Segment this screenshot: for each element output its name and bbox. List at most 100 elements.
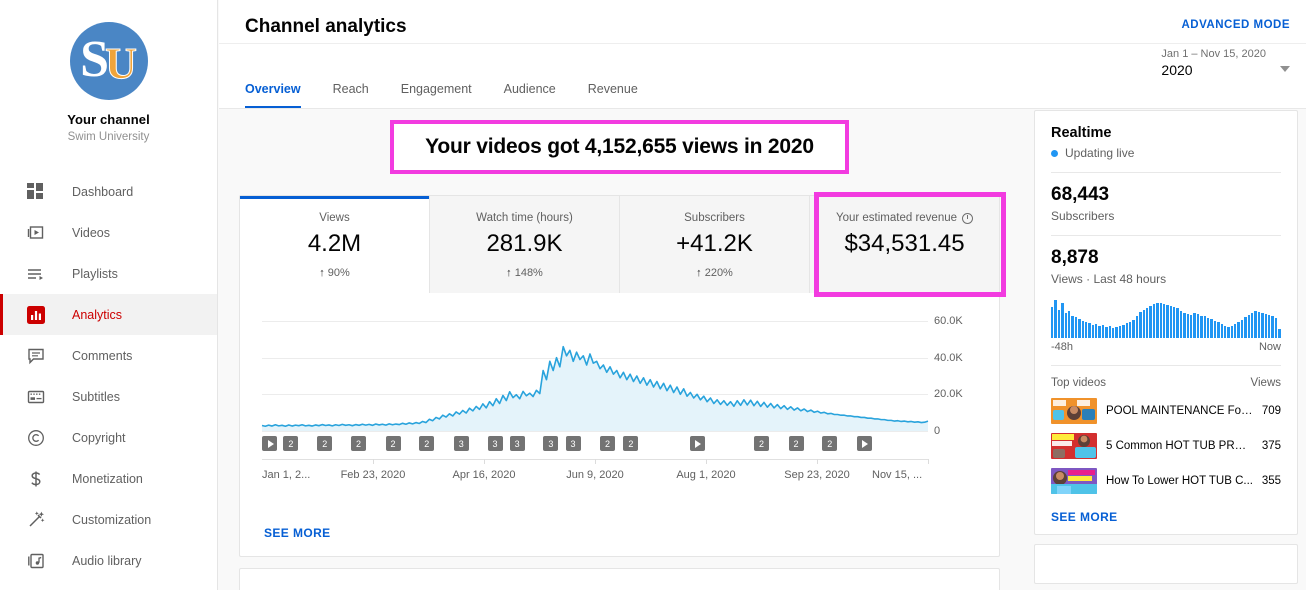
- chart-x-axis: Jan 1, 2... Feb 23, 2020 Apr 16, 2020 Jun 9…: [240, 469, 940, 489]
- sparkline-bar: [1091, 325, 1095, 338]
- youtube-studio-analytics-page: SU Your channel Swim University Dashboar…: [0, 0, 1306, 590]
- metric-card-views[interactable]: Views 4.2M ↑ 90%: [240, 196, 430, 293]
- sidebar-item-copyright[interactable]: Copyright: [0, 417, 217, 458]
- tab-revenue[interactable]: Revenue: [572, 82, 654, 108]
- tab-bar: Overview Reach Engagement Audience Revenue: [245, 82, 654, 108]
- sparkline-bar: [1156, 302, 1159, 338]
- pool-plan-thumbnail: [1051, 398, 1097, 424]
- sidebar-item-analytics[interactable]: Analytics: [0, 294, 217, 335]
- realtime-status: Updating live: [1051, 146, 1281, 160]
- video-marker-badge[interactable]: 3: [487, 436, 503, 451]
- sparkline-bar: [1139, 312, 1142, 338]
- chevron-down-icon[interactable]: [1280, 66, 1290, 72]
- sparkline-bar: [1084, 322, 1088, 338]
- tab-audience[interactable]: Audience: [488, 82, 572, 108]
- comments-icon: [24, 344, 48, 368]
- sparkline-bar: [1071, 316, 1074, 338]
- date-range-preset: 2020: [1161, 62, 1193, 78]
- video-marker-badge[interactable]: 2: [317, 436, 333, 451]
- sidebar-item-dashboard[interactable]: Dashboard: [0, 171, 217, 212]
- video-marker-badge[interactable]: 2: [385, 436, 401, 451]
- top-video-title: How To Lower HOT TUB C...: [1106, 475, 1253, 487]
- video-marker-badge[interactable]: 2: [822, 436, 838, 451]
- realtime-views-label: Views · Last 48 hours: [1051, 272, 1167, 286]
- sidebar-item-playlists[interactable]: Playlists: [0, 253, 217, 294]
- sparkline-bar: [1186, 313, 1190, 338]
- sparkline-bar: [1135, 315, 1139, 338]
- tab-overview[interactable]: Overview: [245, 82, 317, 108]
- sidebar-item-label: Monetization: [72, 471, 143, 486]
- secondary-card: [239, 568, 1000, 590]
- video-marker-badge[interactable]: 3: [453, 436, 469, 451]
- metric-value: $34,531.45: [844, 230, 965, 257]
- video-marker-play-icon[interactable]: [689, 436, 705, 451]
- sidebar-item-audio-library[interactable]: Audio library: [0, 540, 217, 581]
- sparkline-bar: [1101, 325, 1105, 338]
- sparkline-bar: [1128, 321, 1132, 338]
- copyright-icon: [24, 426, 48, 450]
- video-marker-badge[interactable]: 2: [419, 436, 435, 451]
- divider: [1051, 235, 1281, 236]
- sidebar-item-subtitles[interactable]: Subtitles: [0, 376, 217, 417]
- sparkline-bar: [1268, 314, 1271, 338]
- video-marker-badge[interactable]: 2: [351, 436, 367, 451]
- tab-reach[interactable]: Reach: [317, 82, 385, 108]
- chart-x-tick-label: Jun 9, 2020: [566, 469, 624, 481]
- metric-card-watch-time-hours[interactable]: Watch time (hours) 281.9K ↑ 148%: [430, 196, 620, 293]
- metric-tabs: Views 4.2M ↑ 90% Watch time (hours) 281.9K ↑ …: [240, 196, 999, 293]
- sparkline-bar: [1176, 307, 1179, 338]
- sidebar-item-label: Subtitles: [72, 389, 120, 404]
- video-marker-badge[interactable]: 2: [754, 436, 770, 451]
- top-videos-see-more-link[interactable]: SEE MORE: [1051, 510, 1281, 524]
- metric-card-your-estimated-revenue[interactable]: Your estimated revenue $34,531.45: [810, 196, 999, 293]
- chart-y-tick-label: 60.0K: [934, 315, 963, 327]
- top-video-row[interactable]: How To Lower HOT TUB C... 355: [1051, 468, 1281, 494]
- chart-see-more-link[interactable]: SEE MORE: [264, 526, 331, 540]
- video-marker-badge[interactable]: 2: [283, 436, 299, 451]
- avatar[interactable]: SU: [69, 22, 148, 100]
- sidebar-nav: Dashboard Videos Playlists Analytics Comment…: [0, 171, 217, 581]
- metric-delta-value: 220%: [704, 267, 733, 279]
- advanced-mode-link[interactable]: ADVANCED MODE: [1181, 19, 1290, 31]
- video-marker-badge[interactable]: 2: [600, 436, 615, 451]
- page-title: Channel analytics: [245, 16, 407, 37]
- sparkline-bar: [1173, 306, 1176, 338]
- video-marker-badge[interactable]: 2: [788, 436, 804, 451]
- video-marker-badge[interactable]: 3: [509, 436, 525, 451]
- chart-plot: [261, 321, 929, 432]
- top-video-row[interactable]: POOL MAINTENANCE For ... 709: [1051, 398, 1281, 424]
- sparkline-bar: [1149, 306, 1152, 338]
- chart-y-tick-label: 20.0K: [934, 388, 963, 401]
- sparkline-bar: [1217, 322, 1220, 338]
- sparkline-bar: [1088, 323, 1091, 338]
- metric-value: +41.2K: [676, 230, 753, 257]
- sparkline-bar: [1064, 312, 1067, 338]
- realtime-title: Realtime: [1051, 125, 1112, 141]
- live-dot-icon: [1051, 149, 1058, 157]
- sparkline-bar: [1230, 325, 1234, 338]
- sidebar-item-label: Customization: [72, 512, 152, 527]
- video-marker-badge[interactable]: 3: [565, 436, 581, 451]
- tab-engagement[interactable]: Engagement: [385, 82, 488, 108]
- chart-x-tick-label: Feb 23, 2020: [340, 469, 406, 481]
- trend-up-icon: ↑: [319, 267, 325, 279]
- realtime-subscribers-value: 68,443: [1051, 184, 1110, 205]
- video-marker-play-icon[interactable]: [262, 436, 277, 451]
- sidebar-item-customization[interactable]: Customization: [0, 499, 217, 540]
- chart-x-tick-label: Aug 1, 2020: [676, 469, 736, 481]
- video-marker-play-icon[interactable]: [856, 436, 872, 451]
- video-marker-badge[interactable]: 3: [543, 436, 559, 451]
- date-range-selector[interactable]: Jan 1 – Nov 15, 2020 2020: [1161, 48, 1266, 78]
- metric-card-subscribers[interactable]: Subscribers +41.2K ↑ 220%: [620, 196, 810, 293]
- headline-highlight-box: Your videos got 4,152,655 views in 2020: [390, 120, 849, 174]
- sparkline-bar: [1196, 313, 1200, 338]
- sidebar-item-monetization[interactable]: Monetization: [0, 458, 217, 499]
- reduce-chlorine-thumbnail: [1051, 468, 1097, 494]
- video-marker-badge[interactable]: 2: [623, 436, 639, 451]
- sidebar-item-comments[interactable]: Comments: [0, 335, 217, 376]
- trend-up-icon: ↑: [506, 267, 512, 279]
- sparkline-bar: [1051, 306, 1054, 338]
- top-video-row[interactable]: 5 Common HOT TUB PROB... 375: [1051, 433, 1281, 459]
- metric-label: Views: [319, 212, 350, 224]
- sidebar-item-videos[interactable]: Videos: [0, 212, 217, 253]
